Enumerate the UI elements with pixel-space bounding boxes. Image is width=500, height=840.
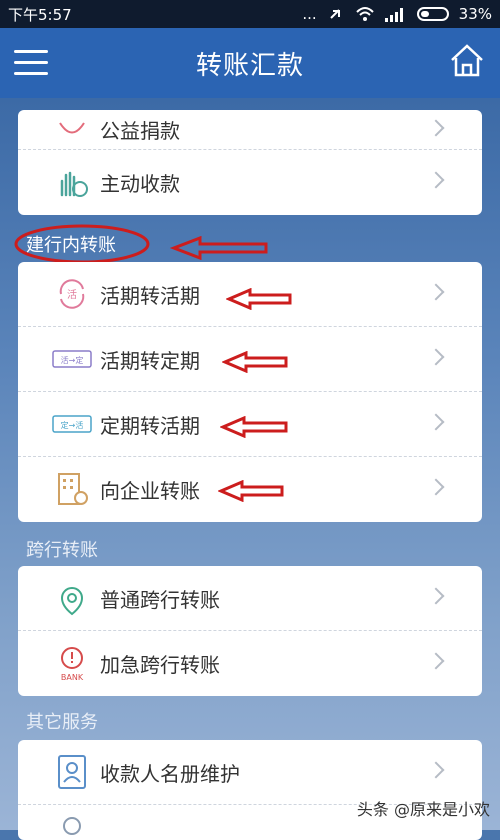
- list-item-label: 普通跨行转账: [100, 584, 220, 613]
- gear-icon: [52, 803, 92, 840]
- page-title: 转账汇款: [196, 45, 304, 82]
- red-arrow-icon: [170, 236, 270, 260]
- red-arrow-icon: [226, 288, 294, 310]
- status-right: ... 33%: [302, 5, 492, 23]
- urgent-bank-icon: BANK: [52, 644, 92, 684]
- chevron-right-icon: [428, 653, 445, 670]
- current-cycle-icon: 活: [52, 274, 92, 314]
- list-item-label: 加急跨行转账: [100, 649, 220, 678]
- list-item-label: 定期转活期: [100, 410, 200, 439]
- status-bar: 下午5:57 ... 33%: [0, 0, 500, 28]
- red-circle-annotation: [12, 222, 152, 266]
- top-card: 公益捐款 主动收款: [18, 110, 482, 215]
- hand-coin-icon: [52, 163, 92, 203]
- list-item-label: 收款人名册维护: [100, 758, 240, 787]
- chevron-right-icon: [428, 349, 445, 366]
- battery-percent: 33%: [459, 5, 492, 23]
- list-item-urgent-interbank[interactable]: BANK 加急跨行转账: [18, 631, 482, 696]
- list-item-label: 向企业转账: [100, 475, 200, 504]
- menu-icon[interactable]: [14, 50, 48, 76]
- mute-icon: [327, 5, 345, 23]
- list-item-label: 公益捐款: [100, 115, 180, 144]
- section-title-interbank: 跨行转账: [26, 536, 98, 562]
- current-to-fixed-icon: 活→定: [52, 339, 92, 379]
- chevron-right-icon: [428, 588, 445, 605]
- heart-icon: [52, 110, 92, 150]
- list-item-receive[interactable]: 主动收款: [18, 150, 482, 215]
- chevron-right-icon: [428, 120, 445, 137]
- list-item-label: 主动收款: [100, 168, 180, 197]
- contact-book-icon: [52, 752, 92, 792]
- interbank-transfer-card: 普通跨行转账 BANK 加急跨行转账: [18, 566, 482, 696]
- signal-icon: [385, 6, 407, 22]
- wifi-icon: [355, 6, 375, 22]
- icon-text: 活: [67, 289, 77, 301]
- building-icon: [52, 470, 92, 510]
- fixed-to-current-icon: 定→活: [52, 404, 92, 444]
- chevron-right-icon: [428, 479, 445, 496]
- title-bar: 转账汇款: [0, 28, 500, 98]
- battery-icon: [417, 7, 449, 21]
- list-item-label: 活期转活期: [100, 280, 200, 309]
- red-arrow-icon: [222, 351, 290, 373]
- list-item-donation[interactable]: 公益捐款: [18, 110, 482, 150]
- icon-text: 定→活: [61, 420, 84, 430]
- home-icon[interactable]: [448, 42, 486, 80]
- section-title-other: 其它服务: [26, 708, 98, 734]
- content-area: 公益捐款 主动收款 建行内转账 活: [0, 98, 500, 830]
- chevron-right-icon: [428, 762, 445, 779]
- status-time: 下午5:57: [8, 4, 72, 25]
- other-services-card: 收款人名册维护: [18, 740, 482, 840]
- watermark: 头条 @原来是小欢: [357, 796, 490, 820]
- location-pin-icon: [52, 578, 92, 618]
- chevron-right-icon: [428, 414, 445, 431]
- icon-text: 活→定: [61, 355, 84, 365]
- chevron-right-icon: [428, 284, 445, 301]
- chevron-right-icon: [428, 172, 445, 189]
- list-item-normal-interbank[interactable]: 普通跨行转账: [18, 566, 482, 631]
- red-arrow-icon: [220, 416, 290, 438]
- list-item-label: 活期转定期: [100, 345, 200, 374]
- icon-text: BANK: [61, 673, 84, 682]
- red-arrow-icon: [218, 480, 286, 502]
- status-dots: ...: [302, 5, 316, 23]
